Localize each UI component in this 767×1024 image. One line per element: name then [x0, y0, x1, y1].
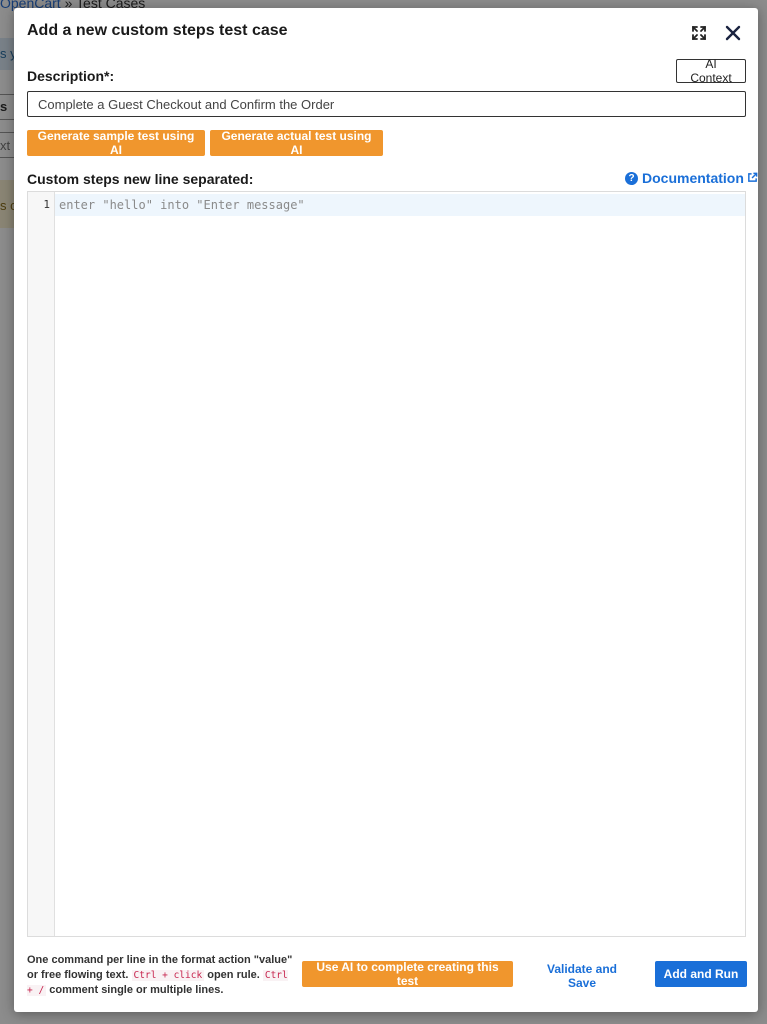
expand-icon[interactable]: [688, 22, 710, 44]
shortcut-code: Ctrl + click: [131, 970, 205, 981]
add-test-case-modal: Add a new custom steps test case Descrip…: [14, 8, 758, 1012]
help-text: One command per line in the format actio…: [27, 953, 295, 998]
documentation-link[interactable]: ? Documentation: [625, 170, 758, 186]
custom-steps-label: Custom steps new line separated:: [27, 171, 254, 187]
editor-gutter: 1: [28, 192, 55, 936]
generate-sample-test-button[interactable]: Generate sample test using AI: [27, 129, 205, 157]
help-icon: ?: [625, 171, 638, 185]
line-number: 1: [43, 198, 50, 211]
validate-and-save-button[interactable]: Validate and Save: [532, 961, 632, 990]
ai-context-button[interactable]: AI Context: [676, 57, 746, 85]
steps-code-editor[interactable]: 1 enter "hello" into "Enter message": [27, 191, 746, 937]
description-input[interactable]: [27, 91, 746, 117]
documentation-label: Documentation: [642, 170, 744, 186]
add-and-run-button[interactable]: Add and Run: [655, 961, 747, 987]
external-link-icon: [747, 170, 758, 186]
description-label: Description*:: [27, 68, 115, 84]
close-icon[interactable]: [722, 22, 744, 44]
help-text-part: comment single or multiple lines.: [49, 984, 224, 996]
generate-actual-test-button[interactable]: Generate actual test using AI: [210, 129, 383, 157]
editor-placeholder: enter "hello" into "Enter message": [59, 198, 305, 212]
help-text-part: open rule.: [207, 969, 260, 981]
modal-title: Add a new custom steps test case: [27, 22, 288, 39]
use-ai-complete-button[interactable]: Use AI to complete creating this test: [302, 960, 513, 988]
